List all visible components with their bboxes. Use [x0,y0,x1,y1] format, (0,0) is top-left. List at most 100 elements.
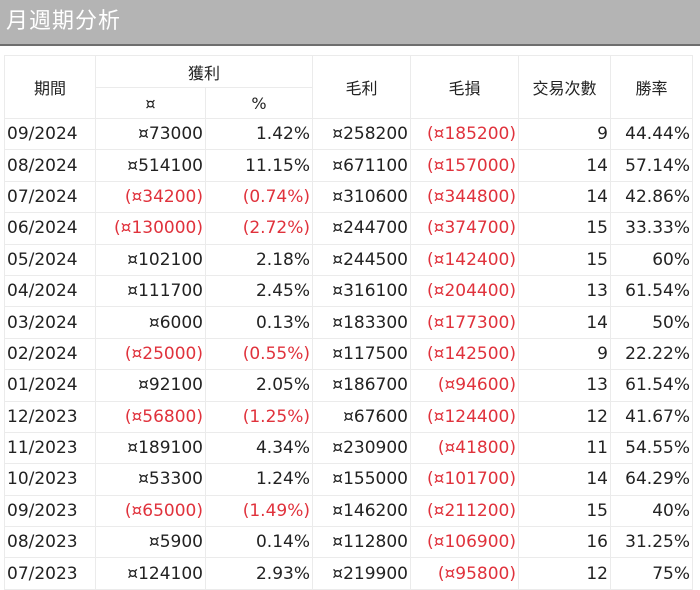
profit-amount-cell: ¤6000 [95,306,206,339]
profit-pct-cell: (1.49%) [205,494,313,528]
period-cell: 07/2023 [4,557,96,590]
trades-cell: 15 [518,243,611,276]
table-row: 10/2023 ¤53300 1.24% ¤155000 (¤101700) 14 64.2… [4,463,693,496]
profit-pct-cell: (0.74%) [205,180,313,214]
trades-cell: 11 [518,431,611,465]
table-row: 05/2024 ¤102100 2.18% ¤244500 (¤142400) 15 60% [4,243,693,276]
trades-cell: 13 [518,369,611,402]
gross-loss-cell: (¤177300) [410,306,519,339]
gross-loss-cell: (¤344800) [410,180,519,214]
gross-profit-cell: ¤258200 [312,117,411,151]
header-profit-amount: ¤ [95,87,206,119]
win-rate-cell: 22.22% [610,337,693,371]
win-rate-cell: 42.86% [610,180,693,214]
profit-pct-cell: 0.13% [205,306,313,339]
profit-pct-cell: (1.25%) [205,400,313,433]
profit-amount-cell: (¤65000) [95,494,206,528]
gross-loss-cell: (¤106900) [410,526,519,559]
win-rate-cell: 54.55% [610,431,693,465]
win-rate-cell: 61.54% [610,274,693,308]
period-cell: 11/2023 [4,431,96,465]
header-gross-loss: 毛損 [410,55,519,119]
monthly-analysis-table: 期間 獲利 毛利 毛損 交易次數 勝率 ¤ % 09/2024 ¤73000 1.4… [4,55,693,590]
profit-pct-cell: 2.18% [205,243,313,276]
trades-cell: 16 [518,526,611,559]
header-profit-pct: % [205,87,313,119]
period-cell: 01/2024 [4,369,96,402]
gross-profit-cell: ¤219900 [312,557,411,590]
win-rate-cell: 40% [610,494,693,528]
period-cell: 06/2024 [4,212,96,245]
table-row: 09/2024 ¤73000 1.42% ¤258200 (¤185200) 9 44.44… [4,117,693,151]
profit-amount-cell: ¤92100 [95,369,206,402]
table-row: 04/2024 ¤111700 2.45% ¤316100 (¤204400) 13 61.… [4,274,693,308]
profit-pct-cell: 4.34% [205,431,313,465]
table-row: 03/2024 ¤6000 0.13% ¤183300 (¤177300) 14 50% [4,306,693,339]
period-cell: 03/2024 [4,306,96,339]
gross-profit-cell: ¤155000 [312,463,411,496]
period-cell: 07/2024 [4,180,96,214]
win-rate-cell: 57.14% [610,149,693,182]
gross-loss-cell: (¤185200) [410,117,519,151]
gross-profit-cell: ¤310600 [312,180,411,214]
period-cell: 05/2024 [4,243,96,276]
gross-profit-cell: ¤244500 [312,243,411,276]
gross-profit-cell: ¤244700 [312,212,411,245]
profit-amount-cell: ¤102100 [95,243,206,276]
trades-cell: 12 [518,400,611,433]
trades-cell: 12 [518,557,611,590]
win-rate-cell: 61.54% [610,369,693,402]
gross-profit-cell: ¤230900 [312,431,411,465]
trades-cell: 15 [518,494,611,528]
trades-cell: 14 [518,180,611,214]
period-cell: 12/2023 [4,400,96,433]
profit-amount-cell: ¤5900 [95,526,206,559]
trades-cell: 15 [518,212,611,245]
period-cell: 02/2024 [4,337,96,371]
profit-pct-cell: (2.72%) [205,212,313,245]
profit-amount-cell: ¤189100 [95,431,206,465]
gross-profit-cell: ¤112800 [312,526,411,559]
profit-pct-cell: (0.55%) [205,337,313,371]
trades-cell: 14 [518,463,611,496]
trades-cell: 13 [518,274,611,308]
profit-amount-cell: ¤514100 [95,149,206,182]
win-rate-cell: 75% [610,557,693,590]
trades-cell: 14 [518,306,611,339]
win-rate-cell: 60% [610,243,693,276]
profit-amount-cell: (¤34200) [95,180,206,214]
table-row: 08/2024 ¤514100 11.15% ¤671100 (¤157000) 14 57… [4,149,693,182]
gross-profit-cell: ¤117500 [312,337,411,371]
table-row: 07/2024 (¤34200) (0.74%) ¤310600 (¤344800) 14… [4,180,693,214]
profit-amount-cell: ¤53300 [95,463,206,496]
header-trades: 交易次數 [518,55,611,119]
header-period: 期間 [4,55,96,119]
profit-amount-cell: (¤56800) [95,400,206,433]
panel-title: 月週期分析 [0,0,700,46]
period-cell: 04/2024 [4,274,96,308]
win-rate-cell: 41.67% [610,400,693,433]
gross-loss-cell: (¤95800) [410,557,519,590]
gross-loss-cell: (¤157000) [410,149,519,182]
gross-loss-cell: (¤94600) [410,369,519,402]
gross-loss-cell: (¤101700) [410,463,519,496]
profit-amount-cell: (¤130000) [95,212,206,245]
profit-pct-cell: 1.24% [205,463,313,496]
period-cell: 08/2023 [4,526,96,559]
gross-loss-cell: (¤124400) [410,400,519,433]
gross-profit-cell: ¤67600 [312,400,411,433]
table-row: 08/2023 ¤5900 0.14% ¤112800 (¤106900) 16 31.25… [4,526,693,559]
gross-loss-cell: (¤142400) [410,243,519,276]
period-cell: 09/2023 [4,494,96,528]
win-rate-cell: 64.29% [610,463,693,496]
gross-profit-cell: ¤186700 [312,369,411,402]
gross-loss-cell: (¤211200) [410,494,519,528]
header-profit: 獲利 [95,55,313,88]
profit-pct-cell: 2.93% [205,557,313,590]
profit-pct-cell: 2.45% [205,274,313,308]
header-win-rate: 勝率 [610,55,693,119]
gross-loss-cell: (¤142500) [410,337,519,371]
period-cell: 09/2024 [4,117,96,151]
profit-amount-cell: ¤111700 [95,274,206,308]
gross-loss-cell: (¤374700) [410,212,519,245]
